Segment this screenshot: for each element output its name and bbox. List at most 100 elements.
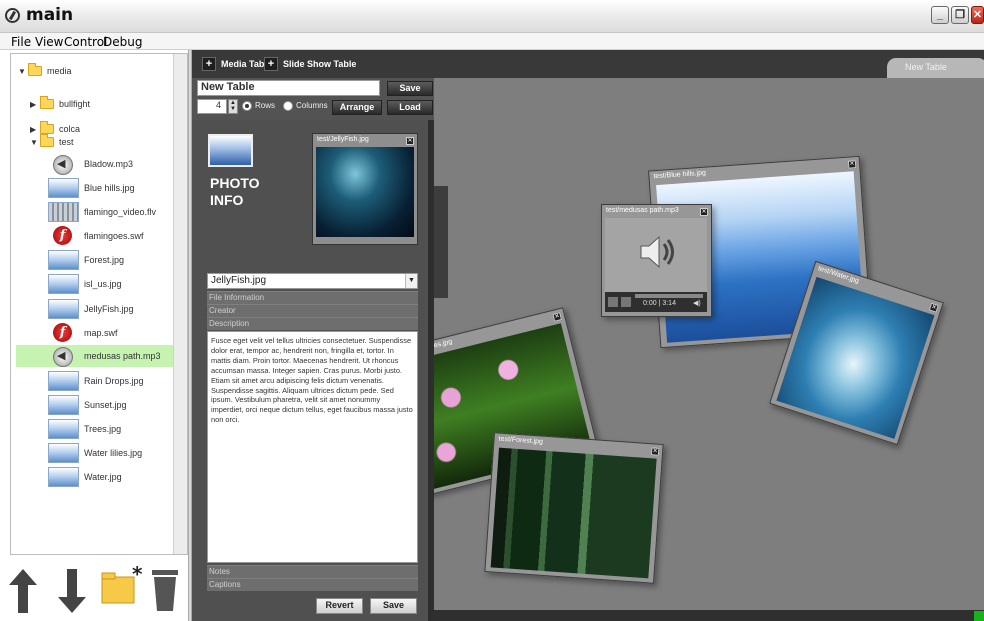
tree-item-label: test xyxy=(59,137,74,147)
close-icon[interactable]: ✕ xyxy=(650,447,660,456)
tree-file-water-lilies[interactable]: Water lilies.jpg xyxy=(48,442,173,464)
tree-item-label: flamingo_video.flv xyxy=(84,207,157,217)
menu-file[interactable]: File xyxy=(11,35,31,49)
close-icon[interactable]: ✕ xyxy=(928,302,939,313)
menu-control[interactable]: Control xyxy=(64,35,107,49)
speaker-icon xyxy=(48,346,79,367)
image-thumbnail-icon xyxy=(48,419,79,439)
preview-title: test/JellyFish.jpg xyxy=(317,136,369,143)
audio-player xyxy=(605,218,707,292)
count-input[interactable]: 4 xyxy=(197,99,227,114)
tab-media-table[interactable]: + Media Table xyxy=(202,57,272,71)
load-button[interactable]: Load xyxy=(387,100,433,115)
new-folder-icon[interactable]: * xyxy=(100,565,144,609)
tree-file-isl-us[interactable]: isl_us.jpg xyxy=(48,273,173,295)
tree-item-label: Sunset.jpg xyxy=(84,400,127,410)
tab-new-table[interactable]: New Table xyxy=(887,58,984,78)
table-name-input[interactable]: New Table xyxy=(197,80,380,96)
video-thumbnail-icon xyxy=(48,202,79,222)
section-notes[interactable]: Notes xyxy=(207,565,418,578)
canvas-drag-handle[interactable] xyxy=(434,186,448,298)
image-thumbnail-icon xyxy=(48,274,79,294)
maximize-button[interactable]: ❐ xyxy=(951,6,969,24)
close-icon[interactable]: ✕ xyxy=(847,160,857,169)
arrow-down-icon[interactable] xyxy=(58,569,86,613)
tree-file-forest[interactable]: Forest.jpg xyxy=(48,249,173,271)
card-title: test/Blue hills.jpg xyxy=(653,169,707,181)
section-file-information[interactable]: File Information xyxy=(207,291,418,304)
arrow-up-icon[interactable] xyxy=(9,569,37,613)
tree-item-label: Bladow.mp3 xyxy=(84,159,134,169)
rows-radio[interactable] xyxy=(242,101,252,111)
tree-file-water[interactable]: Water.jpg xyxy=(48,466,173,488)
folder-icon xyxy=(28,63,42,76)
tree-scrollbar[interactable] xyxy=(173,54,187,554)
tree-file-medusas-path[interactable]: medusas path.mp3 xyxy=(16,345,173,367)
close-button[interactable]: ✕ xyxy=(971,6,984,24)
revert-button[interactable]: Revert xyxy=(316,598,363,614)
menu-debug[interactable]: Debug xyxy=(103,35,142,49)
audio-controls: 0:00 | 3:14 ◀) xyxy=(605,292,707,312)
tree-item-label: Water lilies.jpg xyxy=(84,448,143,458)
plus-icon: + xyxy=(264,57,278,71)
folder-icon xyxy=(40,134,54,147)
image-thumbnail-icon xyxy=(48,467,79,487)
tree-file-map-swf[interactable]: map.swf xyxy=(48,322,173,344)
tree-file-flamingo-video[interactable]: flamingo_video.flv xyxy=(48,201,173,223)
columns-radio[interactable] xyxy=(283,101,293,111)
rows-label: Rows xyxy=(255,101,276,110)
tree-file-jellyfish[interactable]: JellyFish.jpg xyxy=(48,298,173,320)
tree-item-label: medusas path.mp3 xyxy=(84,351,161,361)
menu-view[interactable]: View xyxy=(35,35,63,49)
tree-item-label: flamingoes.swf xyxy=(84,231,144,241)
play-button[interactable] xyxy=(608,297,618,307)
photo-info-panel: PHOTO INFO test/JellyFish.jpg ✕ JellyFis… xyxy=(192,120,434,621)
section-description[interactable]: Description xyxy=(207,317,418,330)
close-icon[interactable]: ✕ xyxy=(552,312,563,322)
tree-file-rain-drops[interactable]: Rain Drops.jpg xyxy=(48,370,173,392)
tree-folder-test[interactable]: ▼ test xyxy=(30,131,170,153)
audio-time: 0:00 | 3:14 xyxy=(643,300,676,307)
tree-file-blue-hills[interactable]: Blue hills.jpg xyxy=(48,177,173,199)
table-canvas[interactable]: test/Blue hills.jpg ✕ test/Water.jpg ✕ t… xyxy=(434,78,984,610)
columns-label: Columns xyxy=(296,101,328,110)
volume-icon[interactable]: ◀) xyxy=(693,299,701,307)
section-creator[interactable]: Creator xyxy=(207,304,418,317)
tree-folder-media[interactable]: ▼ media xyxy=(18,60,168,82)
description-textarea[interactable]: Fusce eget velit vel tellus ultricies co… xyxy=(207,331,418,563)
file-select[interactable]: JellyFish.jpg ▼ xyxy=(207,273,418,289)
tree-folder-bullfight[interactable]: ▶ bullfight xyxy=(30,93,170,115)
stop-button[interactable] xyxy=(621,297,631,307)
expand-arrow-icon[interactable]: ▼ xyxy=(18,67,28,76)
tree-file-sunset[interactable]: Sunset.jpg xyxy=(48,394,173,416)
image-thumbnail-icon xyxy=(48,371,79,391)
tree-item-label: isl_us.jpg xyxy=(84,279,122,289)
expand-arrow-icon[interactable]: ▶ xyxy=(30,100,40,109)
tree-file-trees[interactable]: Trees.jpg xyxy=(48,418,173,440)
media-card-forest[interactable]: test/Forest.jpg ✕ xyxy=(484,432,664,584)
arrange-button[interactable]: Arrange xyxy=(332,100,382,115)
section-captions[interactable]: Captions xyxy=(207,578,418,591)
tab-slide-show-table[interactable]: + Slide Show Table xyxy=(264,57,356,71)
file-select-value: JellyFish.jpg xyxy=(211,275,267,286)
expand-arrow-icon[interactable]: ▼ xyxy=(30,138,40,147)
media-card-medusas-audio[interactable]: test/medusas path.mp3 ✕ 0:00 | 3:14 ◀) xyxy=(601,204,712,317)
minimize-button[interactable]: _ xyxy=(931,6,949,24)
tree-file-bladow[interactable]: Bladow.mp3 xyxy=(48,153,173,175)
close-icon[interactable]: ✕ xyxy=(700,208,708,216)
tree-file-flamingoes-swf[interactable]: flamingoes.swf xyxy=(48,225,173,247)
chevron-down-icon[interactable]: ▼ xyxy=(405,274,417,288)
count-stepper[interactable]: ▲ ▼ xyxy=(228,99,238,114)
preview-card: test/JellyFish.jpg ✕ xyxy=(312,133,418,245)
app-icon xyxy=(5,8,20,23)
trash-icon[interactable] xyxy=(150,567,180,611)
save-table-button[interactable]: Save xyxy=(387,81,433,96)
jellyfish-image xyxy=(316,147,414,237)
title-bar: main _ ❐ ✕ xyxy=(0,0,984,33)
tab-label: Slide Show Table xyxy=(283,59,357,69)
speaker-icon xyxy=(48,154,79,175)
save-info-button[interactable]: Save xyxy=(370,598,417,614)
forest-image xyxy=(490,447,657,579)
close-icon[interactable]: ✕ xyxy=(406,137,414,145)
progress-slider[interactable] xyxy=(635,294,703,298)
